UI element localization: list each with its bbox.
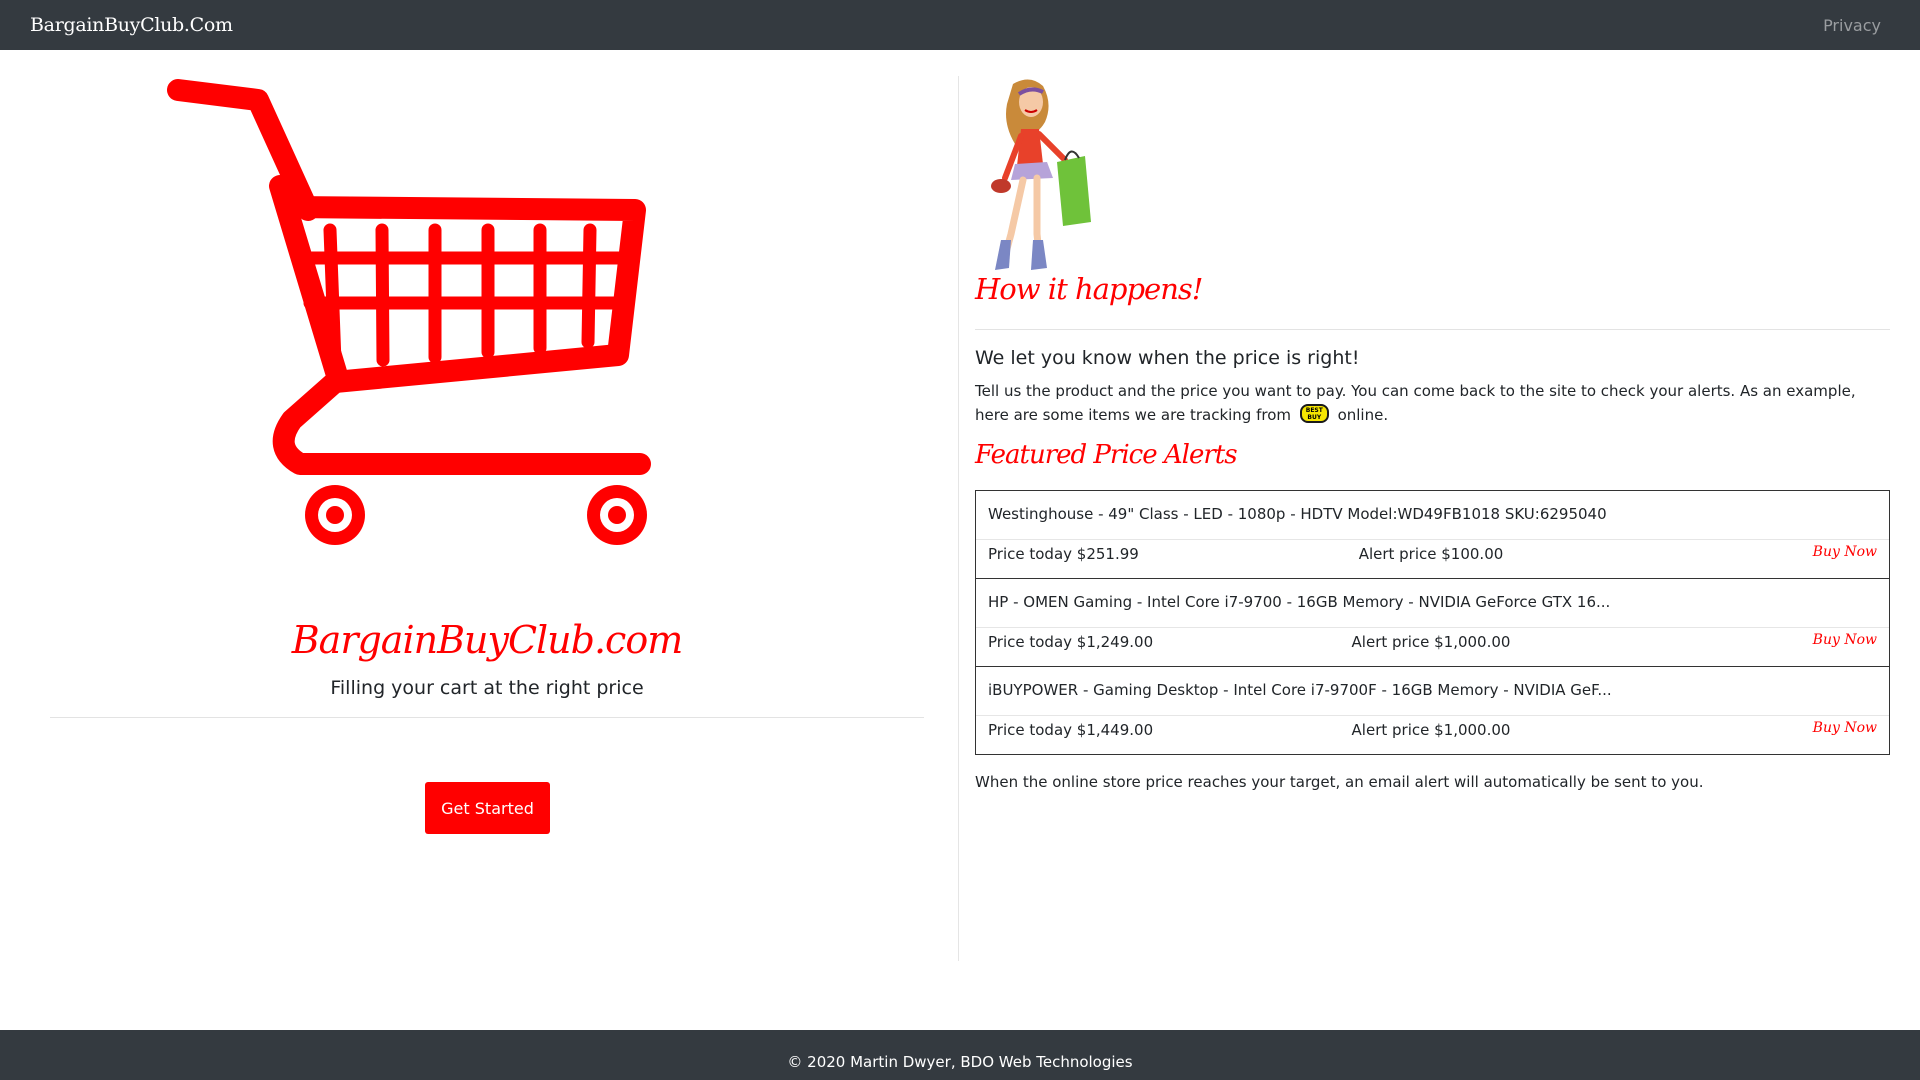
buy-now-link[interactable]: Buy Now	[1813, 720, 1877, 736]
lead-text: We let you know when the price is right!	[975, 347, 1360, 369]
column-divider	[958, 76, 959, 961]
footer: © 2020 Martin Dwyer, BDO Web Technologie…	[0, 1030, 1920, 1080]
shopping-cart-icon	[167, 79, 651, 545]
tagline: Filling your cart at the right price	[330, 677, 644, 699]
info-section: How it happens! We let you know when the…	[975, 50, 1890, 840]
product-title: iBUYPOWER - Gaming Desktop - Intel Core …	[988, 681, 1612, 699]
email-alert-note: When the online store price reaches your…	[975, 773, 1704, 791]
alert-price: Alert price $1,000.00	[1351, 633, 1511, 651]
brand-link[interactable]: BargainBuyClub.Com	[30, 14, 233, 36]
buy-now-link[interactable]: Buy Now	[1813, 544, 1877, 560]
how-it-happens-heading: How it happens!	[975, 272, 1203, 306]
best-buy-logo: BEST BUY	[1299, 404, 1329, 423]
product-title: Westinghouse - 49" Class - LED - 1080p -…	[988, 505, 1607, 523]
price-alert-card: HP - OMEN Gaming - Intel Core i7-9700 - …	[975, 578, 1890, 667]
description-part-2: online.	[1337, 406, 1389, 424]
alert-price: Alert price $100.00	[1358, 545, 1504, 563]
price-today: Price today $1,249.00	[988, 633, 1154, 651]
featured-alerts-heading: Featured Price Alerts	[975, 440, 1238, 470]
best-buy-logo-text: BEST BUY	[1305, 407, 1323, 421]
alert-price: Alert price $1,000.00	[1351, 721, 1511, 739]
price-alert-card: iBUYPOWER - Gaming Desktop - Intel Core …	[975, 666, 1890, 755]
site-logo-text: BargainBuyClub.com	[291, 618, 684, 662]
card-separator	[976, 539, 1889, 540]
privacy-link[interactable]: Privacy	[1823, 16, 1881, 35]
description-text: Tell us the product and the price you wa…	[975, 379, 1885, 427]
top-navbar: BargainBuyClub.Com Privacy	[0, 0, 1920, 50]
product-title: HP - OMEN Gaming - Intel Core i7-9700 - …	[988, 593, 1611, 611]
divider	[975, 329, 1890, 330]
description-part-1: Tell us the product and the price you wa…	[975, 382, 1856, 424]
price-alert-card: Westinghouse - 49" Class - LED - 1080p -…	[975, 490, 1890, 579]
card-separator	[976, 627, 1889, 628]
get-started-button[interactable]: Get Started	[425, 782, 550, 834]
price-today: Price today $251.99	[988, 545, 1139, 563]
hero-section: BargainBuyClub.com Filling your cart at …	[50, 50, 924, 840]
divider	[50, 717, 924, 718]
buy-now-link[interactable]: Buy Now	[1813, 632, 1877, 648]
shopper-illustration	[991, 79, 1091, 270]
footer-copyright: © 2020 Martin Dwyer, BDO Web Technologie…	[787, 1053, 1133, 1071]
card-separator	[976, 715, 1889, 716]
price-today: Price today $1,449.00	[988, 721, 1154, 739]
